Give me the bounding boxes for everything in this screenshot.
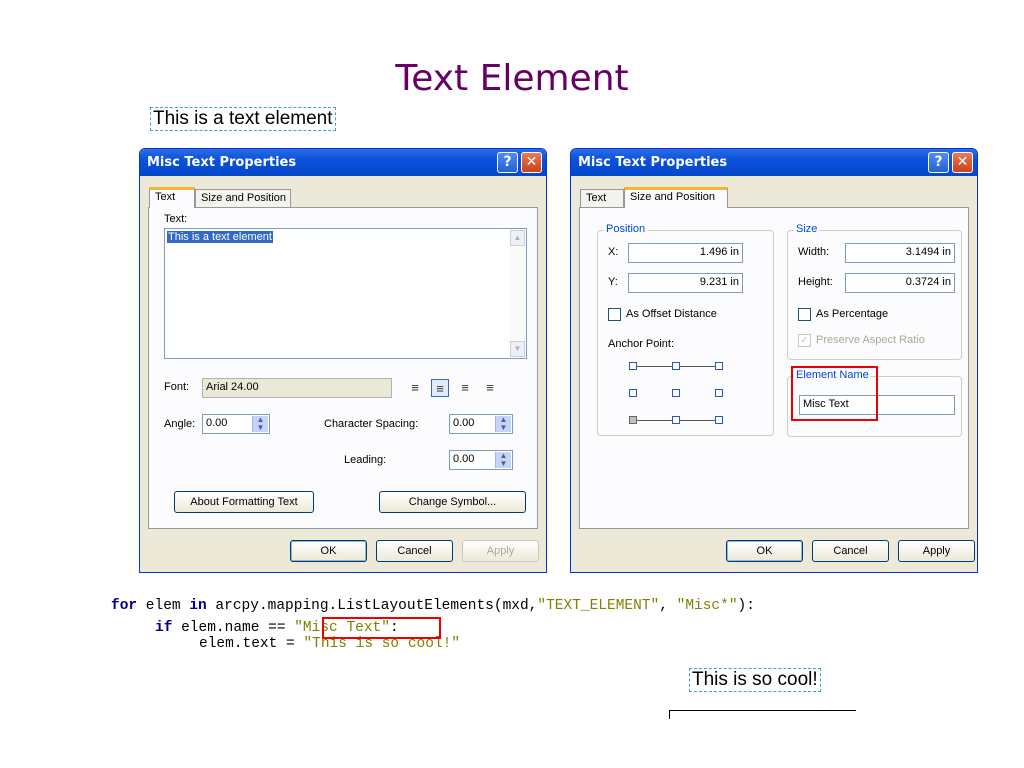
position-group-title: Position (604, 223, 648, 235)
baseline-tick (669, 710, 670, 719)
ok-button[interactable]: OK (290, 540, 367, 562)
code-line-1: for elem in arcpy.mapping.ListLayoutElem… (111, 598, 755, 614)
apply-button[interactable]: Apply (462, 540, 539, 562)
text-scrollbar[interactable]: ▲ ▼ (510, 230, 525, 357)
offset-label: As Offset Distance (626, 308, 717, 320)
cancel-button[interactable]: Cancel (812, 540, 889, 562)
size-group-title: Size (794, 223, 820, 235)
angle-value: 0.00 (206, 417, 228, 429)
scroll-down-icon[interactable]: ▼ (510, 341, 525, 357)
percentage-label: As Percentage (816, 308, 889, 320)
angle-label: Angle: (164, 418, 196, 430)
x-label: X: (608, 246, 619, 258)
close-icon[interactable]: ✕ (952, 152, 973, 173)
close-icon[interactable]: ✕ (521, 152, 542, 173)
scroll-up-icon[interactable]: ▲ (510, 230, 525, 246)
char-spacing-spinner[interactable]: ▲ ▼ (495, 416, 511, 432)
align-center-icon[interactable]: ≡ (431, 379, 449, 397)
about-formatting-button[interactable]: About Formatting Text (174, 491, 314, 513)
leading-field[interactable]: 0.00 ▲ ▼ (449, 450, 513, 470)
char-spacing-field[interactable]: 0.00 ▲ ▼ (449, 414, 513, 434)
tab-size-and-position[interactable]: Size and Position (624, 187, 728, 208)
align-justify-icon[interactable]: ≡ (481, 379, 499, 397)
char-spacing-value: 0.00 (453, 417, 475, 429)
width-label: Width: (798, 246, 830, 258)
angle-field[interactable]: 0.00 ▲ ▼ (202, 414, 270, 434)
text-value: This is a text element (167, 231, 273, 243)
cancel-button[interactable]: Cancel (376, 540, 453, 562)
anchor-label: Anchor Point: (608, 338, 675, 350)
size-position-tab-panel: Position X: 1.496 in Y: 9.231 in As Offs… (579, 207, 969, 529)
align-right-icon[interactable]: ≡ (456, 379, 474, 397)
width-field[interactable]: 3.1494 in (845, 243, 955, 263)
offset-checkbox[interactable] (608, 308, 621, 321)
leading-label: Leading: (344, 454, 387, 466)
tab-size-and-position[interactable]: Size and Position (195, 189, 291, 207)
leading-spinner[interactable]: ▲ ▼ (495, 452, 511, 468)
text-label: Text: (164, 213, 188, 225)
position-group: Position X: 1.496 in Y: 9.231 in As Offs… (597, 223, 774, 436)
apply-button[interactable]: Apply (898, 540, 975, 562)
aspect-label: Preserve Aspect Ratio (816, 334, 925, 346)
leading-value: 0.00 (453, 453, 475, 465)
text-input[interactable]: This is a text element ▲ ▼ (164, 228, 527, 359)
dialog-title: Misc Text Properties (578, 155, 728, 170)
tab-text[interactable]: Text (149, 187, 195, 208)
height-label: Height: (798, 276, 833, 288)
size-group: Size Width: 3.1494 in Height: 0.3724 in … (787, 223, 962, 360)
char-spacing-label: Character Spacing: (324, 418, 419, 430)
text-properties-dialog: Misc Text Properties ? ✕ Text Size and P… (139, 148, 547, 573)
sample-text-after: This is so cool! (689, 668, 821, 692)
dialog-titlebar[interactable]: Misc Text Properties ? ✕ (140, 149, 546, 176)
size-position-dialog: Misc Text Properties ? ✕ Text Size and P… (570, 148, 978, 573)
ok-button[interactable]: OK (726, 540, 803, 562)
y-field[interactable]: 9.231 in (628, 273, 743, 293)
align-left-icon[interactable]: ≡ (406, 379, 424, 397)
sample-text-before: This is a text element (150, 107, 336, 131)
help-icon[interactable]: ? (497, 152, 518, 173)
slide-title: Text Element (395, 58, 629, 99)
code-highlight-box (322, 617, 441, 639)
tab-text[interactable]: Text (580, 189, 624, 207)
highlight-box (791, 366, 878, 421)
baseline-mark (669, 710, 856, 711)
font-field[interactable]: Arial 24.00 (202, 378, 392, 398)
x-field[interactable]: 1.496 in (628, 243, 743, 263)
help-icon[interactable]: ? (928, 152, 949, 173)
angle-spinner[interactable]: ▲ ▼ (252, 416, 268, 432)
y-label: Y: (608, 276, 618, 288)
aspect-checkbox[interactable]: ✓ (798, 334, 811, 347)
dialog-title: Misc Text Properties (147, 155, 297, 170)
change-symbol-button[interactable]: Change Symbol... (379, 491, 526, 513)
dialog-titlebar[interactable]: Misc Text Properties ? ✕ (571, 149, 977, 176)
percentage-checkbox[interactable] (798, 308, 811, 321)
height-field[interactable]: 0.3724 in (845, 273, 955, 293)
font-label: Font: (164, 381, 190, 393)
text-tab-panel: Text: This is a text element ▲ ▼ Font: A… (148, 207, 538, 529)
